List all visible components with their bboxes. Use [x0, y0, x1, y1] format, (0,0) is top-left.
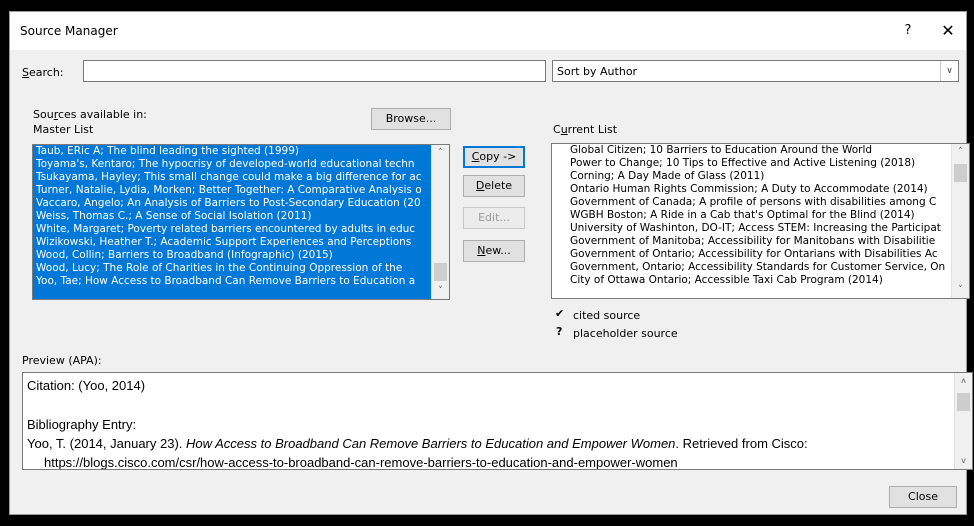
source-manager-dialog: Source Manager ? ✕ Search: Sort by Autho… [9, 11, 973, 515]
search-label: Search: [22, 66, 64, 79]
list-item[interactable]: Turner, Natalie, Lydia, Morken; Better T… [33, 184, 431, 197]
scroll-up-icon[interactable]: ˄ [955, 373, 972, 389]
list-item[interactable]: Wood, Lucy; The Role of Charities in the… [33, 262, 431, 275]
list-item[interactable]: Corning; A Day Made of Glass (2011) [567, 170, 951, 183]
list-item[interactable]: University of Washinton, DO-IT; Access S… [567, 222, 951, 235]
list-item[interactable]: White, Margaret; Poverty related barrier… [33, 223, 431, 236]
list-item[interactable]: Government of Manitoba; Accessibility fo… [567, 235, 951, 248]
edit-button[interactable]: Edit... [463, 207, 525, 229]
list-item[interactable]: Global Citizen; 10 Barriers to Education… [567, 144, 951, 157]
list-item[interactable]: WGBH Boston; A Ride in a Cab that's Opti… [567, 209, 951, 222]
list-item[interactable]: Toyama's, Kentaro; The hypocrisy of deve… [33, 158, 431, 171]
master-list-scrollbar[interactable]: ˄ ˅ [431, 145, 449, 299]
scroll-thumb[interactable] [957, 393, 970, 411]
chevron-down-icon: ∨ [940, 61, 958, 81]
preview-scrollbar[interactable]: ˄ ˅ [954, 373, 972, 469]
bibliography-url: https://blogs.cisco.com/csr/how-access-t… [44, 455, 678, 470]
bibliography-heading: Bibliography Entry: [27, 417, 137, 432]
title-bar: Source Manager ? ✕ [10, 12, 966, 50]
delete-button[interactable]: Delete [463, 175, 525, 197]
master-list-rows: Taub, ERic A; The blind leading the sigh… [33, 145, 431, 299]
sort-dropdown[interactable]: Sort by Author ∨ [552, 60, 959, 82]
scroll-thumb[interactable] [954, 164, 967, 182]
scroll-down-icon[interactable]: ˅ [432, 283, 449, 299]
bibliography-entry: Yoo, T. (2014, January 23). How Access t… [27, 436, 808, 451]
list-item[interactable]: Wizikowski, Heather T.; Academic Support… [33, 236, 431, 249]
list-item[interactable]: Wood, Collin; Barriers to Broadband (Inf… [33, 249, 431, 262]
cited-source-label: cited source [573, 309, 641, 322]
list-item[interactable]: Government of Ontario; Accessibility for… [567, 248, 951, 261]
list-item[interactable]: Power to Change; 10 Tips to Effective an… [567, 157, 951, 170]
question-icon: ? [556, 325, 563, 338]
scroll-up-icon[interactable]: ˄ [952, 144, 969, 160]
new-button[interactable]: New... [463, 240, 525, 262]
current-list[interactable]: Global Citizen; 10 Barriers to Education… [551, 143, 970, 299]
scroll-down-icon[interactable]: ˅ [955, 453, 972, 469]
close-button[interactable]: Close [889, 486, 957, 508]
list-item[interactable]: Yoo, Tae; How Access to Broadband Can Re… [33, 275, 431, 288]
list-item[interactable]: Weiss, Thomas C.; A Sense of Social Isol… [33, 210, 431, 223]
sources-available-label: Sources available in: [33, 108, 147, 121]
browse-button[interactable]: Browse... [371, 108, 451, 130]
list-item[interactable]: Government, Ontario; Accessibility Stand… [567, 261, 951, 274]
close-icon[interactable]: ✕ [935, 20, 961, 42]
master-list[interactable]: Taub, ERic A; The blind leading the sigh… [32, 144, 450, 300]
placeholder-source-label: placeholder source [573, 327, 678, 340]
search-input[interactable] [83, 60, 546, 82]
scroll-thumb[interactable] [434, 263, 447, 281]
dialog-title: Source Manager [20, 24, 118, 38]
list-item[interactable]: Vaccaro, Angelo; An Analysis of Barriers… [33, 197, 431, 210]
list-item[interactable]: Ontario Human Rights Commission; A Duty … [567, 183, 951, 196]
current-list-label: Current List [553, 123, 618, 136]
master-list-label: Master List [33, 123, 94, 136]
list-item[interactable]: Tsukayama, Hayley; This small change cou… [33, 171, 431, 184]
citation-text: Citation: (Yoo, 2014) [27, 378, 146, 393]
help-button[interactable]: ? [896, 20, 920, 42]
preview-pane[interactable]: Citation: (Yoo, 2014) Bibliography Entry… [22, 372, 973, 470]
current-list-rows: Global Citizen; 10 Barriers to Education… [552, 144, 951, 298]
scroll-down-icon[interactable]: ˅ [952, 282, 969, 298]
sort-dropdown-value: Sort by Author [557, 65, 638, 78]
scroll-up-icon[interactable]: ˄ [432, 145, 449, 161]
check-icon: ✔ [555, 307, 565, 320]
copy-button[interactable]: Copy -> [463, 146, 525, 168]
list-item[interactable]: Taub, ERic A; The blind leading the sigh… [33, 145, 431, 158]
list-item[interactable]: Government of Canada; A profile of perso… [567, 196, 951, 209]
list-item[interactable]: City of Ottawa Ontario; Accessible Taxi … [567, 274, 951, 287]
current-list-scrollbar[interactable]: ˄ ˅ [951, 144, 969, 298]
preview-label: Preview (APA): [22, 354, 102, 367]
